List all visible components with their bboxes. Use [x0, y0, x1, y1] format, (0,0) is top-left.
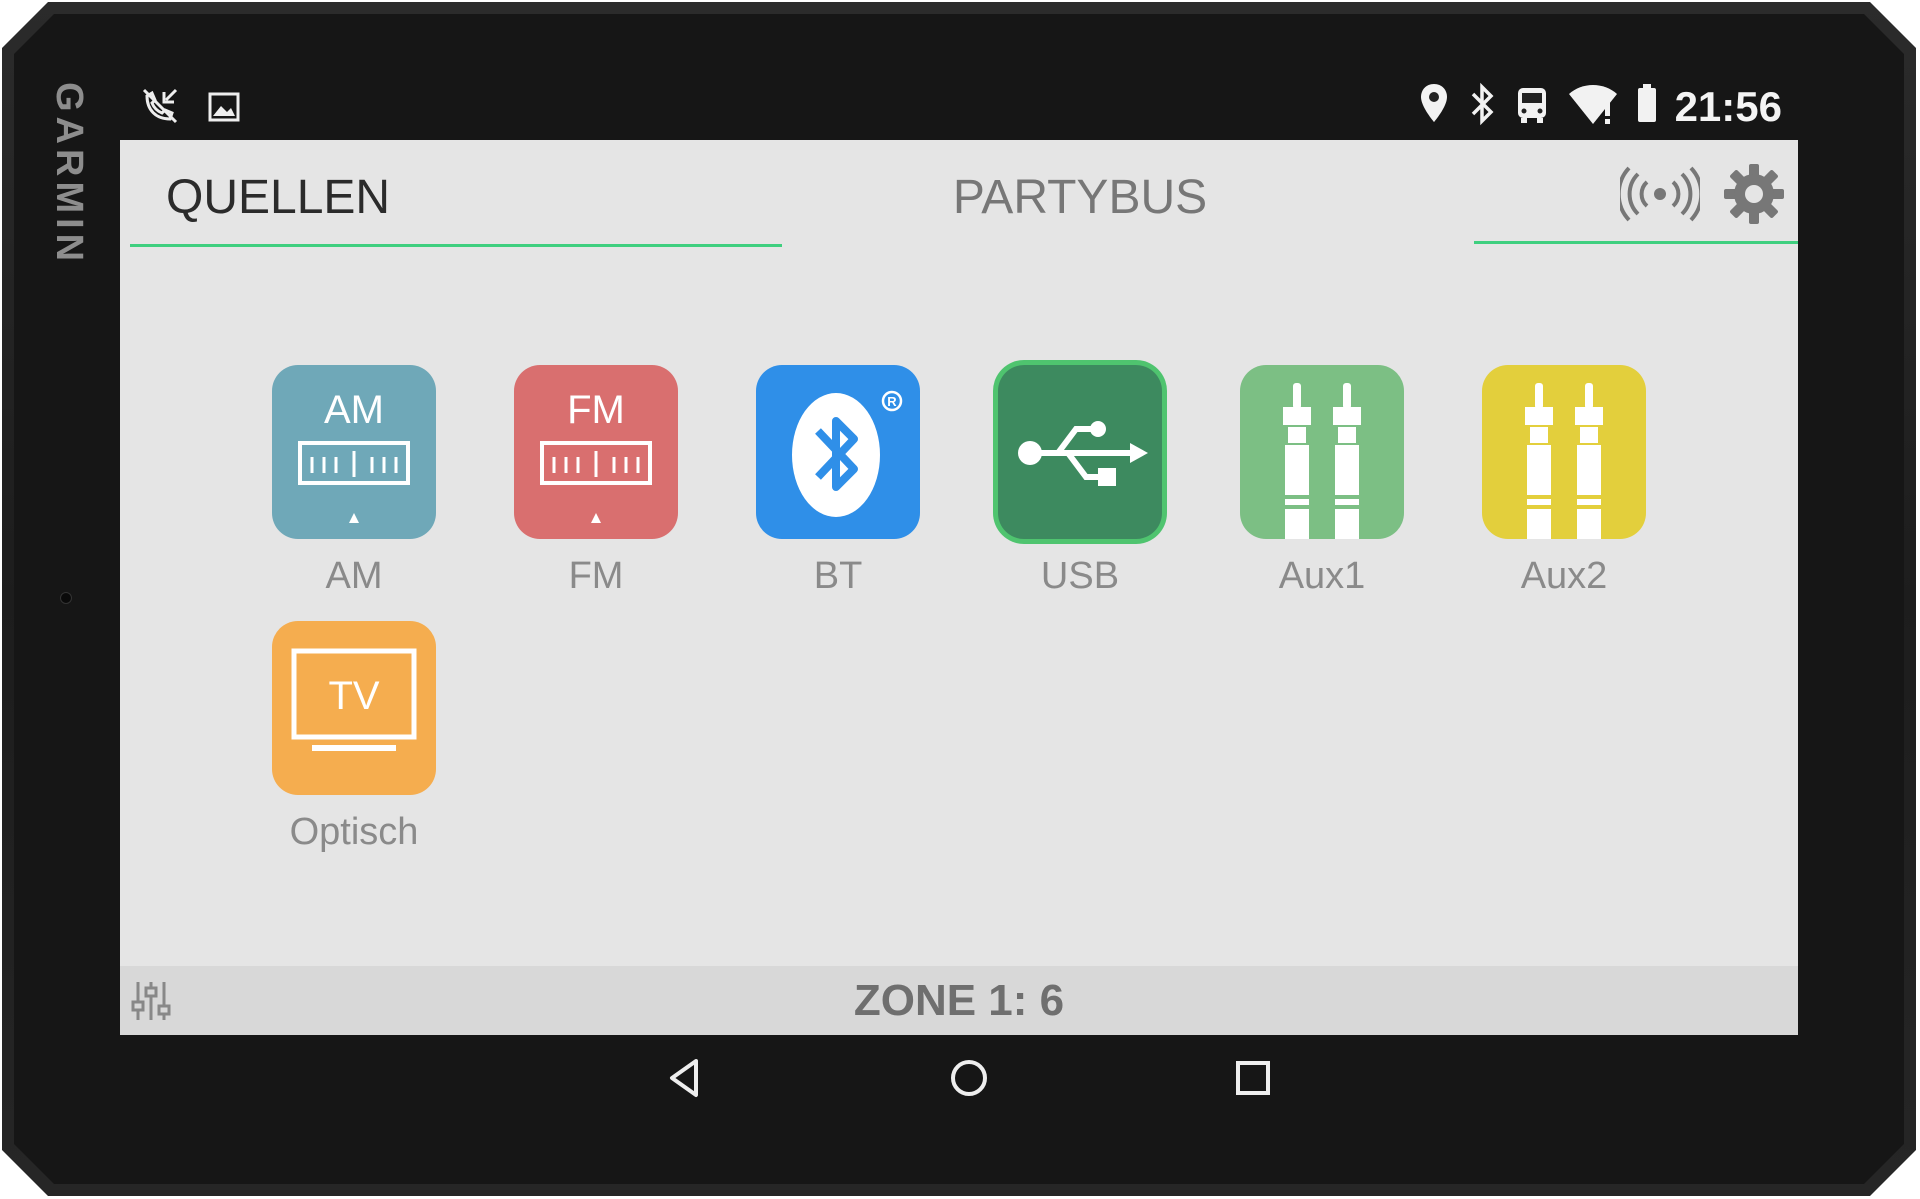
- source-am-label: AM: [325, 555, 383, 597]
- source-aux1[interactable]: Aux1: [1238, 365, 1406, 597]
- aux-cable-icon: [1482, 365, 1646, 539]
- source-aux1-label: Aux1: [1278, 555, 1366, 597]
- am-icon-text: AM: [324, 388, 384, 432]
- tab-partybus[interactable]: PARTYBUS: [840, 170, 1320, 225]
- back-icon: [670, 1059, 698, 1097]
- svg-text:R: R: [887, 394, 897, 409]
- source-bt-label: BT: [813, 555, 863, 597]
- zone-volume-label[interactable]: ZONE 1: 6: [120, 976, 1798, 1026]
- source-optical-label: Optisch: [289, 811, 419, 853]
- recents-button[interactable]: [1230, 1055, 1276, 1101]
- tab-sources-label: QUELLEN: [166, 171, 391, 224]
- home-icon: [951, 1060, 987, 1096]
- no-call-icon: [138, 84, 182, 133]
- back-button[interactable]: [662, 1055, 708, 1101]
- system-nav-bar: [120, 1035, 1798, 1125]
- source-aux2-label: Aux2: [1520, 555, 1608, 597]
- status-bar: 21:56: [120, 74, 1800, 140]
- brand-logo: GARMIN: [48, 82, 90, 267]
- broadcast-icon: [1616, 166, 1704, 222]
- location-pin-icon: [1417, 80, 1451, 133]
- source-fm-label: FM: [568, 555, 624, 597]
- tv-icon: TV: [272, 621, 436, 795]
- broadcast-button[interactable]: [1616, 164, 1704, 224]
- camera-sensor: [60, 592, 72, 604]
- source-aux2[interactable]: Aux2: [1480, 365, 1648, 597]
- radio-fm-icon: FM: [514, 365, 678, 539]
- battery-icon: [1635, 80, 1659, 133]
- bluetooth-source-icon: R: [756, 365, 920, 539]
- image-icon: [204, 84, 244, 133]
- home-button[interactable]: [946, 1055, 992, 1101]
- source-am[interactable]: AM AM: [270, 365, 438, 597]
- status-clock: 21:56: [1674, 82, 1782, 130]
- recents-icon: [1236, 1061, 1270, 1095]
- source-optical[interactable]: TV Optisch: [270, 621, 438, 853]
- source-usb-label: USB: [1040, 555, 1120, 597]
- sources-screen: QUELLEN PARTYBUS AM AM FM FM R BT USB Au…: [120, 140, 1798, 1035]
- fm-icon-text: FM: [567, 388, 625, 432]
- radio-am-icon: AM: [272, 365, 436, 539]
- zone-bar: ZONE 1: 6: [120, 966, 1798, 1035]
- source-bt[interactable]: R BT: [754, 365, 922, 597]
- status-left-icons: [138, 84, 244, 133]
- usb-icon: [998, 365, 1162, 539]
- tab-indicator: [1474, 241, 1798, 244]
- settings-button[interactable]: [1722, 162, 1786, 226]
- source-usb[interactable]: USB: [996, 365, 1164, 597]
- status-right-icons: 21:56: [1417, 80, 1782, 133]
- gear-icon: [1724, 164, 1784, 224]
- bluetooth-icon: [1467, 80, 1497, 133]
- wifi-alert-icon: [1567, 80, 1619, 133]
- tv-icon-text: TV: [328, 674, 379, 718]
- source-fm[interactable]: FM FM: [512, 365, 680, 597]
- tab-bar: QUELLEN PARTYBUS: [120, 140, 1798, 247]
- tab-sources[interactable]: QUELLEN: [130, 140, 782, 247]
- bus-icon: [1513, 80, 1551, 133]
- aux-cable-icon: [1240, 365, 1404, 539]
